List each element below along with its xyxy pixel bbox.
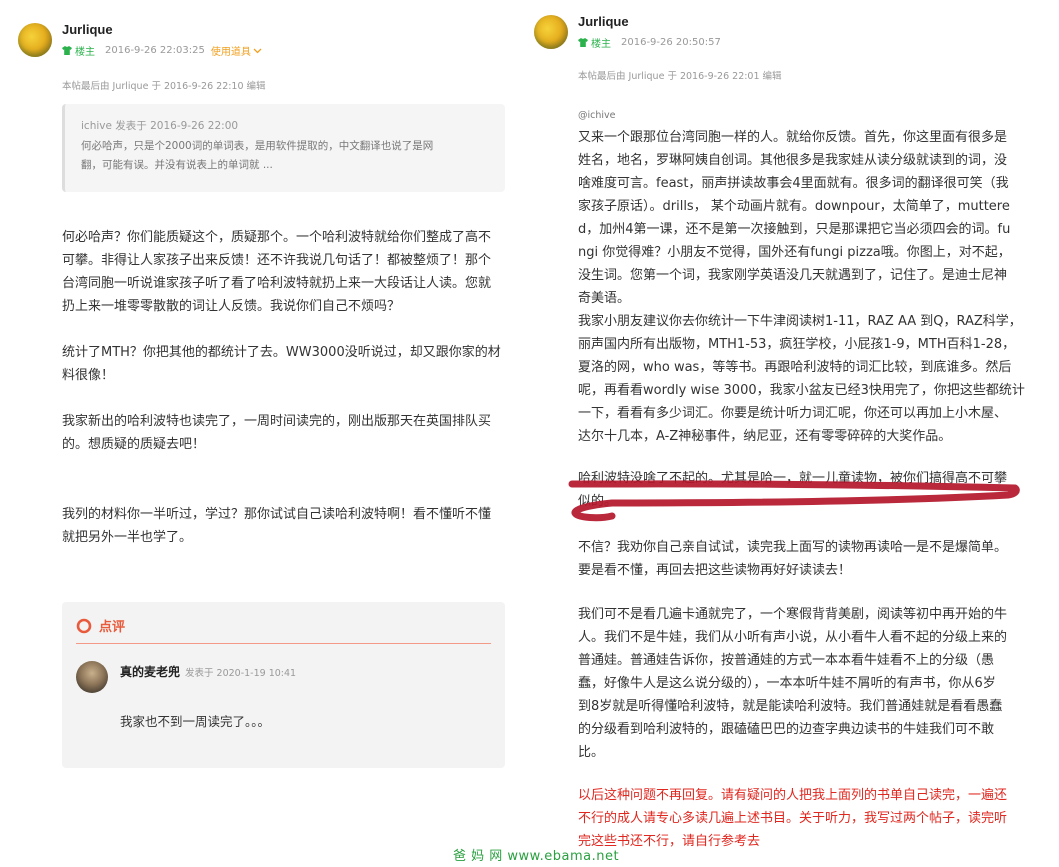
post-paragraph: 我们可不是看几遍卡通就完了，一个寒假背背美剧，阅读等初中再开始的牛 人。我们不是…: [578, 603, 1007, 764]
text-line: 不行的成人请专心多读几遍上述书目。关于听力，我写过两个帖子，读完听: [578, 811, 1008, 826]
post-paragraph: 我列的材料你一半听过，学过？那你试试自己读哈利波特啊！看不懂听不懂 就把另外一半…: [62, 503, 491, 549]
text-line: 家孩子原话）。drills， 某个动画片就有。downpour，太简单了，mut…: [578, 199, 1010, 214]
shirt-icon: [578, 38, 588, 47]
text-line: 蠢，好像牛人是这么说分级的），一本本听牛娃不屑听的有声书，你从6岁: [578, 676, 996, 691]
watermark: 爸 妈 网 www.ebama.net: [453, 849, 620, 864]
text-line: 一下，看看有多少词汇。你要是统计听力词汇呢，你还可以再加上小木屋、: [578, 406, 1008, 421]
comment-title: 点评: [99, 620, 126, 635]
text-line: 姓名，地名，罗琳阿姨自创词。其他很多是我家娃从读分级就读到的词，没: [578, 153, 1008, 168]
post-sub-line: 楼主 2016-9-26 22:03:25 使用道具: [62, 43, 262, 58]
text-line: ngi 你觉得难？小朋友不觉得，国外还有fungi pizza哦。你图上，对不起…: [578, 245, 1011, 260]
text-line: 又来一个跟那位台湾同胞一样的人。就给你反馈。首先，你这里面有很多是: [578, 130, 1008, 145]
comment-time: 发表于 2020-1-19 10:41: [185, 668, 297, 679]
avatar[interactable]: [534, 15, 568, 49]
text-line: 统计了MTH？你把其他的都统计了去。WW3000没听说过，却又跟你家的材: [62, 345, 501, 360]
commenter-avatar[interactable]: [76, 661, 108, 693]
quote-header[interactable]: ichive 发表于 2016-9-26 22:00: [81, 118, 489, 133]
text-line: 的。想质疑的质疑去吧！: [62, 437, 206, 452]
post-paragraph: 哈利波特没啥了不起的。尤其是哈一，就一儿童读物，被你们搞得高不可攀 似的。: [578, 467, 1007, 513]
text-line: 夏洛的网，who was，等等书。再跟哈利波特的词汇比较，到底谁多。然后: [578, 360, 1012, 375]
text-line: 我列的材料你一半听过，学过？那你试试自己读哈利波特啊！看不懂听不懂: [62, 507, 492, 522]
author-meta: Jurlique 楼主 2016-9-26 20:50:57: [578, 14, 721, 50]
comment-text: 我家也不到一周读完了。。。: [120, 714, 271, 729]
post-header: Jurlique 楼主 2016-9-26 22:03:25 使用道具: [18, 22, 262, 58]
commenter-name[interactable]: 真的麦老兜: [120, 663, 180, 680]
post-header: Jurlique 楼主 2016-9-26 20:50:57: [534, 14, 721, 50]
text-line: d，加州4第一课，还不是第一次接触到，只是那课把它当必须四会的词。fu: [578, 222, 1011, 237]
post-paragraph: 不信？我劝你自己亲自试试，读完我上面写的读物再读哈一是不是爆简单。 要是看不懂，…: [578, 536, 1007, 582]
text-line: 可攀。非得让人家孩子出来反馈！还不许我说几句话了！都被整烦了！那个: [62, 253, 492, 268]
text-line: 就把另外一半也学了。: [62, 530, 193, 545]
text-line: 啥难度可言。feast，丽声拼读故事会4里面就有。很多词的翻译很可笑（我: [578, 176, 1009, 191]
shirt-icon: [62, 46, 72, 55]
text-line: 呢，再看看wordly wise 3000，我家小盆友已经3快用完了，你把这些都…: [578, 383, 1025, 398]
owner-badge: 楼主: [75, 47, 95, 58]
text-line: 台湾同胞一听说谁家孩子听了看了哈利波特就扔上来一大段话让人读。您就: [62, 276, 492, 291]
edit-note: 本帖最后由 Jurlique 于 2016-9-26 22:10 编辑: [62, 81, 266, 92]
comment-ring-icon: [76, 618, 92, 633]
quote-body: 何必哈声，只是个2000词的单词表，是用软件提取的，中文翻译也说了是网 翻，可能…: [81, 137, 489, 175]
post-paragraph: 统计了MTH？你把其他的都统计了去。WW3000没听说过，却又跟你家的材 料很像…: [62, 341, 501, 387]
comment-box: 点评 真的麦老兜 发表于 2020-1-19 10:41 我家也不到一周读完了。…: [62, 602, 505, 768]
comment-divider: [76, 643, 491, 644]
text-line: 比。: [578, 745, 605, 760]
text-line: 扔上来一堆零零散散的词让人反馈。我说你们自己不烦吗？: [62, 299, 401, 314]
text-line: 奇美语。: [578, 291, 631, 306]
author-meta: Jurlique 楼主 2016-9-26 22:03:25 使用道具: [62, 22, 262, 58]
post-paragraph: 何必哈声？你们能质疑这个，质疑那个。一个哈利波特就给你们整成了高不 可攀。非得让…: [62, 226, 491, 318]
text-line: 不信？我劝你自己亲自试试，读完我上面写的读物再读哈一是不是爆简单。: [578, 540, 1008, 555]
text-line: 哈利波特没啥了不起的。尤其是哈一，就一儿童读物，被你们搞得高不可攀: [578, 471, 1008, 486]
text-line: 完这些书还不行，请自行参考去: [578, 834, 761, 849]
text-line: 我们可不是看几遍卡通就完了，一个寒假背背美剧，阅读等初中再开始的牛: [578, 607, 1008, 622]
comment-header: 点评: [76, 616, 125, 635]
post-time: 2016-9-26 22:03:25: [105, 45, 205, 56]
text-line: 料很像！: [62, 368, 115, 383]
edit-note: 本帖最后由 Jurlique 于 2016-9-26 22:01 编辑: [578, 71, 782, 82]
text-line: 以后这种问题不再回复。请有疑问的人把我上面列的书单自己读完，一遍还: [578, 788, 1008, 803]
text-line: 我家小朋友建议你去你统计一下牛津阅读树1-11，RAZ AA 到Q，RAZ科学，: [578, 314, 1022, 329]
post-time: 2016-9-26 20:50:57: [621, 37, 721, 48]
text-line: 到8岁就是听得懂哈利波特，就是能读哈利波特。我们普通娃就是看看愚蠢: [578, 699, 1003, 714]
text-line: 似的。: [578, 494, 618, 509]
text-line: 我家新出的哈利波特也读完了，一周时间读完的，刚出版那天在英国排队买: [62, 414, 492, 429]
chevron-down-icon[interactable]: [253, 48, 262, 54]
quote-line: 何必哈声，只是个2000词的单词表，是用软件提取的，中文翻译也说了是网: [81, 140, 434, 152]
use-tools-link[interactable]: 使用道具: [211, 43, 251, 58]
mention-link[interactable]: @ichive: [578, 110, 616, 121]
owner-badge: 楼主: [591, 39, 611, 50]
post-paragraph-red: 以后这种问题不再回复。请有疑问的人把我上面列的书单自己读完，一遍还 不行的成人请…: [578, 784, 1007, 853]
text-line: 要是看不懂，再回去把这些读物再好好读读去！: [578, 563, 852, 578]
quote-box: ichive 发表于 2016-9-26 22:00 何必哈声，只是个2000词…: [62, 104, 505, 192]
text-line: 的分级看到哈利波特的，跟磕磕巴巴的边查字典边读书的牛娃我们可不敢: [578, 722, 995, 737]
text-line: 普通娃。普通娃告诉你，按普通娃的方式一本本看牛娃看不上的分级（愚: [578, 653, 995, 668]
text-line: 何必哈声？你们能质疑这个，质疑那个。一个哈利波特就给你们整成了高不: [62, 230, 492, 245]
text-line: 丽声国内所有出版物，MTH1-53，疯狂学校，小屁孩1-9，MTH百科1-28，: [578, 337, 1016, 352]
quote-line: 翻，可能有误。并没有说表上的单词就 ...: [81, 159, 273, 171]
post-paragraph: 又来一个跟那位台湾同胞一样的人。就给你反馈。首先，你这里面有很多是 姓名，地名，…: [578, 126, 1025, 448]
author-name[interactable]: Jurlique: [62, 22, 262, 37]
text-line: 人。我们不是牛娃，我们从小听有声小说，从小看牛人看不起的分级上来的: [578, 630, 1008, 645]
post-paragraph: 我家新出的哈利波特也读完了，一周时间读完的，刚出版那天在英国排队买 的。想质疑的…: [62, 410, 491, 456]
text-line: 没生词。您第一个词，我家刚学英语没几天就遇到了，记住了。是迪士尼神: [578, 268, 1008, 283]
avatar[interactable]: [18, 23, 52, 57]
text-line: 达尔十几本，A-Z神秘事件，纳尼亚，还有零零碎碎的大奖作品。: [578, 429, 952, 444]
post-sub-line: 楼主 2016-9-26 20:50:57: [578, 35, 721, 50]
author-name[interactable]: Jurlique: [578, 14, 721, 29]
